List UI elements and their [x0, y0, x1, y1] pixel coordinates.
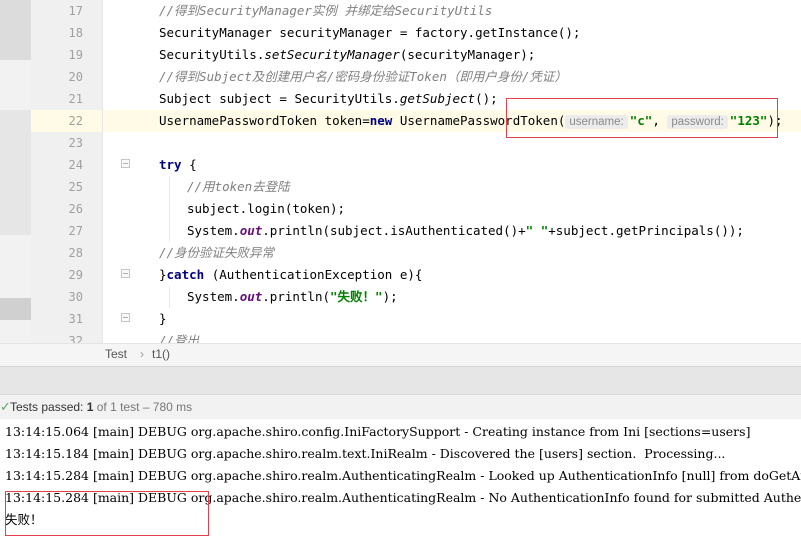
code-line: //身份验证失败异常: [103, 242, 801, 264]
code-comment: //用token去登陆: [187, 179, 290, 194]
code-line: SecurityManager securityManager = factor…: [103, 22, 801, 44]
code-text: );: [382, 289, 398, 304]
code-text: System.: [187, 289, 240, 304]
code-string: "失败！": [330, 289, 383, 304]
code-text: .println(: [262, 289, 330, 304]
line-number: 21: [68, 92, 83, 106]
code-line: System.out.println(subject.isAuthenticat…: [103, 220, 801, 242]
line-number-gutter: 17 18 19 20 21 22 23 24 25 26 27 28 29 3…: [31, 0, 130, 343]
line-number: 31: [68, 312, 83, 326]
line-number: 22: [68, 114, 83, 128]
line-number: 19: [68, 48, 83, 62]
console-line: 13:14:15.064 [main] DEBUG org.apache.shi…: [5, 424, 751, 439]
chevron-right-icon: ›: [140, 347, 144, 361]
line-number: 28: [68, 246, 83, 260]
test-status-suffix: of 1 test – 780 ms: [93, 400, 193, 414]
code-line: //得到SecurityManager实例 并绑定给SecurityUtils: [103, 0, 801, 22]
code-text: subject.login(token);: [187, 201, 346, 216]
code-comment: //得到Subject及创建用户名/密码身份验证Token（即用户身份/凭证）: [159, 69, 567, 84]
project-panel-edge: [0, 0, 31, 343]
code-line: }catch (AuthenticationException e){: [103, 264, 801, 286]
code-text: ();: [475, 91, 498, 106]
test-status-prefix: Tests passed:: [10, 400, 87, 414]
code-line: SecurityUtils.setSecurityManager(securit…: [103, 44, 801, 66]
panel-edge-marker: [0, 110, 31, 235]
line-number: 17: [68, 4, 83, 18]
code-comment: //得到SecurityManager实例 并绑定给SecurityUtils: [159, 3, 493, 18]
scroll-handle[interactable]: [0, 298, 31, 320]
test-status-bar: ✓ Tests passed: 1 of 1 test – 780 ms: [0, 394, 801, 420]
code-field: out: [239, 289, 263, 304]
code-line: //登出: [103, 330, 801, 343]
code-keyword: try: [159, 157, 182, 172]
code-line: System.out.println("失败！");: [103, 286, 801, 308]
code-static-call: setSecurityManager: [264, 47, 400, 62]
line-number: 18: [68, 26, 83, 40]
breadcrumb-class[interactable]: Test: [105, 347, 127, 361]
code-text: System.: [187, 223, 240, 238]
test-status-text: Tests passed: 1 of 1 test – 780 ms: [10, 395, 192, 419]
toolbar-area: [0, 366, 801, 395]
line-number: 29: [68, 268, 83, 282]
code-line: subject.login(token);: [103, 198, 801, 220]
code-comment: //登出: [159, 333, 200, 343]
code-text: UsernamePasswordToken token=: [159, 113, 370, 128]
line-number: 20: [68, 70, 83, 84]
console-output[interactable]: 13:14:15.064 [main] DEBUG org.apache.shi…: [0, 419, 801, 550]
line-number: 32: [68, 334, 83, 343]
code-text: }: [159, 267, 167, 282]
code-text: SecurityManager securityManager = factor…: [159, 25, 581, 40]
highlight-box: [5, 491, 209, 536]
code-string: " ": [525, 223, 549, 238]
code-area[interactable]: //得到SecurityManager实例 并绑定给SecurityUtils …: [103, 0, 801, 343]
line-number: 30: [68, 290, 83, 304]
code-line: //得到Subject及创建用户名/密码身份验证Token（即用户身份/凭证）: [103, 66, 801, 88]
code-text: +subject.getPrincipals());: [548, 223, 744, 238]
code-text: (AuthenticationException e){: [204, 267, 423, 282]
code-keyword: new: [369, 113, 393, 128]
code-text: SecurityUtils.: [159, 47, 265, 62]
code-line: //用token去登陆: [103, 176, 801, 198]
code-text: .println(subject.isAuthenticated()+: [262, 223, 526, 238]
code-text: }: [159, 311, 167, 326]
highlight-box: [506, 98, 778, 138]
code-line: try {: [103, 154, 801, 176]
code-field: out: [239, 223, 263, 238]
panel-edge-marker: [0, 0, 31, 60]
line-number: 23: [68, 136, 83, 150]
code-keyword: catch: [166, 267, 205, 282]
code-text: {: [181, 157, 197, 172]
line-number: 24: [68, 158, 83, 172]
line-number-current: 22: [31, 110, 102, 132]
code-editor[interactable]: 17 18 19 20 21 22 23 24 25 26 27 28 29 3…: [0, 0, 801, 343]
console-line: 13:14:15.184 [main] DEBUG org.apache.shi…: [5, 446, 726, 461]
code-line: }: [103, 308, 801, 330]
breadcrumb-method[interactable]: t1(): [152, 347, 170, 361]
console-line: 13:14:15.284 [main] DEBUG org.apache.shi…: [5, 468, 801, 483]
code-text: Subject subject = SecurityUtils.: [159, 91, 400, 106]
code-comment: //身份验证失败异常: [159, 245, 275, 260]
line-number: 25: [68, 180, 83, 194]
line-number: 27: [68, 224, 83, 238]
code-text: (securityManager);: [399, 47, 536, 62]
line-number: 26: [68, 202, 83, 216]
breadcrumb: Test › t1(): [0, 343, 801, 366]
code-static-call: getSubject: [399, 91, 476, 106]
